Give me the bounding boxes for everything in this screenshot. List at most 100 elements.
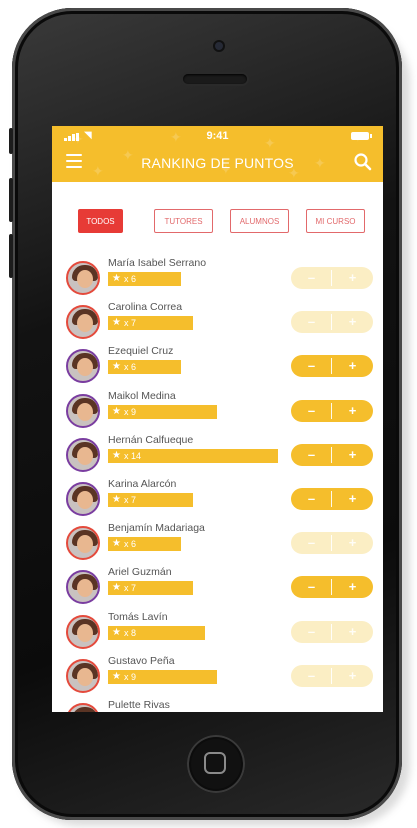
points-bar: ★ x 6	[108, 272, 181, 286]
points-stepper[interactable]: – +	[291, 532, 373, 555]
student-name: Ariel Guzmán	[108, 566, 172, 579]
app-screen: ✦ ✦ ✦ ✦ ✦ ✦ ✦ ✦ ✦ ◥ 9:41 RANKING DE PUNT…	[52, 126, 383, 712]
star-icon: ★	[112, 317, 121, 329]
search-icon[interactable]	[353, 152, 373, 172]
increment-button[interactable]: +	[332, 576, 373, 598]
increment-button[interactable]: +	[332, 355, 373, 377]
home-button[interactable]	[187, 735, 245, 793]
points-bar: ★ x 7	[108, 493, 193, 507]
student-name: Gustavo Peña	[108, 654, 175, 667]
increment-button[interactable]: +	[332, 444, 373, 466]
student-name: Tomás Lavín	[108, 610, 168, 623]
decrement-button[interactable]: –	[291, 665, 332, 687]
points-bar: ★ x 9	[108, 669, 217, 684]
tab-tutores[interactable]: TUTORES	[154, 209, 213, 233]
points-stepper[interactable]: – +	[291, 355, 373, 378]
points-stepper[interactable]: – +	[291, 267, 373, 289]
ranking-row: Gustavo Peña ★ x 9 – +	[52, 654, 383, 698]
decrement-button[interactable]: –	[291, 355, 332, 377]
points-count: x 7	[124, 495, 137, 505]
battery-icon	[351, 132, 372, 140]
tab-mi-curso[interactable]: MI CURSO	[306, 209, 365, 233]
avatar	[66, 261, 100, 295]
star-icon: ★	[112, 273, 121, 284]
avatar	[66, 349, 100, 384]
points-stepper[interactable]: – +	[291, 399, 373, 422]
volume-down-button	[9, 234, 13, 278]
decrement-button[interactable]: –	[291, 400, 332, 422]
student-name: Pulette Rivas	[108, 699, 170, 711]
points-bar: ★ x 14	[108, 448, 278, 463]
ranking-row: Maikol Medina ★ x 9 – +	[52, 389, 383, 433]
points-stepper[interactable]: – +	[291, 311, 373, 334]
points-count: x 7	[124, 583, 137, 594]
ranking-row: Pulette Rivas	[52, 698, 383, 712]
ranking-row: Ezequiel Cruz ★ x 6 – +	[52, 344, 383, 388]
status-bar: ◥ 9:41	[52, 129, 383, 143]
avatar	[66, 570, 100, 605]
increment-button[interactable]: +	[332, 532, 373, 554]
star-icon: ★	[112, 361, 121, 373]
home-square-icon	[204, 752, 226, 774]
status-time: 9:41	[206, 130, 229, 142]
avatar	[66, 393, 100, 428]
ranking-row: Carolina Correa ★ x 7 – +	[52, 300, 383, 344]
avatar	[66, 305, 100, 340]
points-bar: ★ x 8	[108, 625, 205, 640]
decrement-button[interactable]: –	[291, 444, 332, 466]
front-camera	[213, 40, 225, 52]
student-name: Ezequiel Cruz	[108, 345, 174, 358]
ranking-row: Karina Alarcón ★ x 7 – +	[52, 477, 383, 521]
student-name: Carolina Correa	[108, 301, 183, 314]
increment-button[interactable]: +	[332, 400, 373, 422]
points-stepper[interactable]: – +	[291, 576, 373, 599]
points-bar: ★ x 7	[108, 316, 193, 331]
ranking-row: Tomás Lavín ★ x 8 – +	[52, 610, 383, 654]
points-count: x 6	[124, 539, 137, 550]
page-title: RANKING DE PUNTOS	[141, 155, 294, 171]
points-count: x 9	[124, 671, 137, 682]
increment-button[interactable]: +	[332, 488, 373, 510]
decrement-button[interactable]: –	[291, 311, 332, 333]
avatar	[66, 482, 100, 516]
star-icon: ★	[112, 626, 121, 638]
avatar	[66, 703, 100, 712]
star-icon: ★	[112, 670, 121, 682]
points-stepper[interactable]: – +	[291, 664, 373, 687]
app-header: ✦ ✦ ✦ ✦ ✦ ✦ ✦ ✦ ✦ ◥ 9:41 RANKING DE PUNT…	[52, 126, 383, 182]
student-name: Benjamín Madariaga	[108, 522, 205, 535]
ranking-row: Ariel Guzmán ★ x 7 – +	[52, 565, 383, 609]
tab-alumnos[interactable]: ALUMNOS	[230, 209, 289, 233]
avatar	[66, 614, 100, 649]
star-icon: ★	[112, 582, 121, 594]
points-bar: ★ x 7	[108, 581, 193, 596]
points-count: x 9	[124, 406, 137, 417]
ranking-row: María Isabel Serrano ★ x 6 – +	[52, 256, 383, 300]
student-name: Maikol Medina	[108, 389, 176, 402]
decrement-button[interactable]: –	[291, 488, 332, 510]
filter-tabs: TODOS TUTORES ALUMNOS MI CURSO	[52, 209, 383, 233]
points-bar: ★ x 6	[108, 360, 181, 375]
decrement-button[interactable]: –	[291, 576, 332, 598]
decrement-button[interactable]: –	[291, 621, 332, 643]
increment-button[interactable]: +	[332, 267, 373, 289]
tab-todos[interactable]: TODOS	[78, 209, 123, 233]
volume-up-button	[9, 178, 13, 222]
points-stepper[interactable]: – +	[291, 620, 373, 643]
points-count: x 6	[124, 362, 137, 373]
star-icon: ★	[112, 494, 121, 505]
ranking-row: Benjamín Madariaga ★ x 6 – +	[52, 521, 383, 565]
points-stepper[interactable]: – +	[291, 488, 373, 510]
student-name: Hernán Calfueque	[108, 433, 194, 446]
increment-button[interactable]: +	[332, 311, 373, 333]
points-stepper[interactable]: – +	[291, 443, 373, 466]
mute-switch	[9, 128, 13, 154]
points-count: x 7	[124, 318, 137, 329]
star-icon: ★	[112, 405, 121, 417]
decrement-button[interactable]: –	[291, 532, 332, 554]
avatar	[66, 526, 100, 561]
decrement-button[interactable]: –	[291, 267, 332, 289]
increment-button[interactable]: +	[332, 665, 373, 687]
earpiece-speaker	[183, 74, 247, 84]
increment-button[interactable]: +	[332, 621, 373, 643]
